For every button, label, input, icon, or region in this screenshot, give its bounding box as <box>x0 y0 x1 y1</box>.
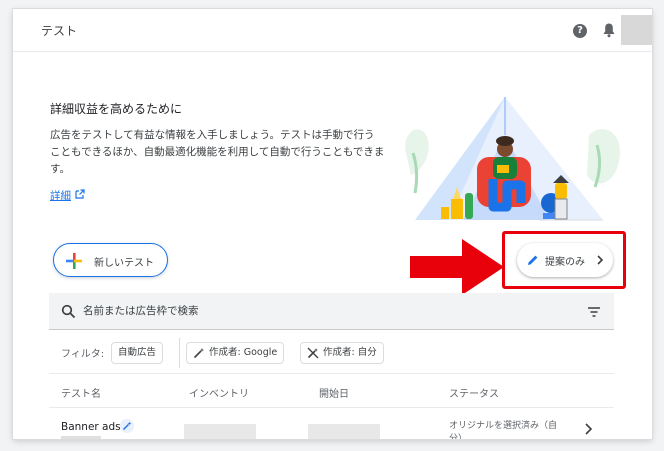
new-test-button[interactable]: 新しいテスト <box>53 243 168 277</box>
filter-label: フィルタ: <box>61 349 105 360</box>
chip-divider <box>179 338 180 368</box>
redacted-inventory <box>184 424 256 439</box>
chip-created-by-me-label: 作成者: 自分 <box>323 347 377 358</box>
plus-icon <box>66 253 82 269</box>
suggestions-only-button[interactable]: 提案のみ <box>517 243 613 277</box>
search-input[interactable] <box>83 302 563 320</box>
top-bar: テスト ? <box>13 9 652 52</box>
search-icon <box>61 304 76 319</box>
bell-icon[interactable] <box>602 22 616 38</box>
row-status: オリジナルを選択済み（自分） <box>449 421 558 439</box>
promo-heading: 詳細収益を高めるために <box>50 102 183 116</box>
column-header-inventory[interactable]: インベントリ <box>189 385 249 400</box>
magic-wand-icon <box>120 419 134 433</box>
chevron-right-icon[interactable] <box>583 422 593 436</box>
column-header-status[interactable]: ステータス <box>449 385 499 400</box>
page-title: テスト <box>41 24 78 38</box>
chip-created-by-google[interactable]: 作成者: Google <box>186 342 285 364</box>
new-test-label: 新しいテスト <box>94 258 154 269</box>
no-wand-icon <box>307 347 319 359</box>
external-link-icon[interactable] <box>75 189 85 199</box>
column-header-test-name[interactable]: テスト名 <box>61 385 101 400</box>
redacted-start-date <box>308 424 380 439</box>
table-row[interactable]: Banner ads オリジナルを選択済み（自分） <box>49 408 614 439</box>
row-test-name: Banner ads <box>61 421 121 433</box>
camping-illustration <box>405 97 621 221</box>
help-icon[interactable]: ? <box>573 24 587 38</box>
chip-auto-ads-label: 自動広告 <box>118 347 157 358</box>
chip-created-by-google-label: 作成者: Google <box>209 347 278 358</box>
filter-row: フィルタ: 自動広告 作成者: Google 作成者: 自分 <box>49 330 614 374</box>
learn-more-link[interactable]: 詳細 <box>50 188 71 203</box>
magic-wand-icon <box>193 348 204 359</box>
column-header-start-date[interactable]: 開始日 <box>319 385 349 400</box>
search-bar <box>49 293 614 330</box>
app-window: テスト ? 詳細収益を高めるために 広告をテストして有益な情報を入手しましょう。… <box>13 9 652 439</box>
red-arrow-annotation <box>410 239 504 295</box>
suggestions-only-label: 提案のみ <box>545 257 585 268</box>
chip-auto-ads[interactable]: 自動広告 <box>111 342 164 364</box>
redacted-subtitle <box>61 436 101 439</box>
avatar[interactable] <box>621 15 652 45</box>
table-header: テスト名 インベントリ 開始日 ステータス <box>49 374 614 408</box>
filter-icon[interactable] <box>587 306 601 318</box>
pencil-icon <box>528 255 538 265</box>
chip-created-by-me[interactable]: 作成者: 自分 <box>300 342 384 364</box>
promo-description: 広告をテストして有益な情報を入手しましょう。テストは手動で行うこともできるほか、… <box>50 129 385 175</box>
chevron-right-icon <box>597 255 604 265</box>
